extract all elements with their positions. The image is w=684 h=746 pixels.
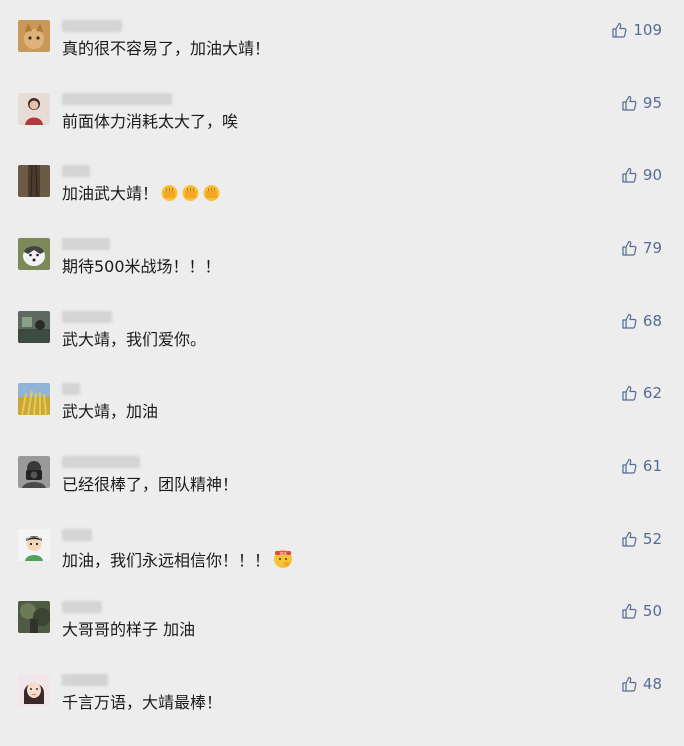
nickname-blurred <box>62 383 80 395</box>
like-count: 79 <box>642 239 662 257</box>
nickname-blurred <box>62 529 92 541</box>
avatar[interactable] <box>18 165 50 197</box>
like-button[interactable]: 61 <box>621 456 662 476</box>
avatar[interactable] <box>18 383 50 415</box>
fist-emoji <box>202 183 221 202</box>
like-button[interactable]: 52 <box>621 529 662 549</box>
comment-text: 千言万语，大靖最棒！ <box>62 693 223 712</box>
comment-text: 加油，我们永远相信你！！！ 加油 <box>62 547 293 572</box>
comment-list: 真的很不容易了，加油大靖！ 109 前面体力消耗太大了，唉 95 加油武大靖！ … <box>0 0 684 718</box>
comment-text: 真的很不容易了，加油大靖！ <box>62 39 271 58</box>
nickname-blurred <box>62 456 140 468</box>
comment-item: 加油武大靖！ 90 <box>0 165 684 237</box>
like-count: 90 <box>642 166 662 184</box>
like-button[interactable]: 79 <box>621 238 662 258</box>
thumbs-up-icon <box>622 313 637 329</box>
like-count: 52 <box>642 530 662 548</box>
fist-emoji <box>160 183 179 202</box>
thumbs-up-icon <box>622 385 637 401</box>
like-button[interactable]: 48 <box>621 674 662 694</box>
nickname-blurred <box>62 601 102 613</box>
thumbs-up-icon <box>622 167 637 183</box>
nickname-blurred <box>62 311 112 323</box>
comment-text: 武大靖，加油 <box>62 402 159 421</box>
fist-emoji <box>181 183 200 202</box>
nickname-blurred <box>62 20 122 32</box>
svg-text:加油: 加油 <box>280 551 287 556</box>
nickname-blurred <box>62 674 108 686</box>
thumbs-up-icon <box>622 95 637 111</box>
thumbs-up-icon <box>612 22 627 38</box>
comment-item: 武大靖，我们爱你。 68 <box>0 311 684 383</box>
comment-item: 期待500米战场！！！ 79 <box>0 238 684 310</box>
avatar[interactable] <box>18 456 50 488</box>
comment-item: 大哥哥的样子 加油 50 <box>0 601 684 673</box>
like-count: 95 <box>642 94 662 112</box>
comment-text: 已经很棒了，团队精神！ <box>62 475 239 494</box>
comment-item: 已经很棒了，团队精神！ 61 <box>0 456 684 528</box>
nickname-blurred <box>62 165 90 177</box>
avatar[interactable] <box>18 529 50 561</box>
like-count: 109 <box>633 21 662 39</box>
nickname-blurred <box>62 238 110 250</box>
like-count: 48 <box>642 675 662 693</box>
thumbs-up-icon <box>622 676 637 692</box>
head-bandage-emoji: 加油 <box>272 547 293 568</box>
like-button[interactable]: 50 <box>621 601 662 621</box>
thumbs-up-icon <box>622 531 637 547</box>
comment-text-content: 加油武大靖！ <box>62 184 159 203</box>
comment-item: 千言万语，大靖最棒！ 48 <box>0 674 684 746</box>
comment-item: 前面体力消耗太大了，唉 95 <box>0 93 684 165</box>
comment-text-content: 加油，我们永远相信你！！！ <box>62 551 271 570</box>
thumbs-up-icon <box>622 603 637 619</box>
comment-item: 加油，我们永远相信你！！！ 加油 52 <box>0 529 684 601</box>
nickname-blurred <box>62 93 172 105</box>
like-button[interactable]: 68 <box>621 311 662 331</box>
thumbs-up-icon <box>622 458 637 474</box>
like-button[interactable]: 62 <box>621 383 662 403</box>
comment-item: 武大靖，加油 62 <box>0 383 684 455</box>
avatar[interactable] <box>18 20 50 52</box>
avatar[interactable] <box>18 311 50 343</box>
like-count: 61 <box>642 457 662 475</box>
like-count: 68 <box>642 312 662 330</box>
like-count: 50 <box>642 602 662 620</box>
comment-text: 大哥哥的样子 加油 <box>62 620 196 639</box>
like-button[interactable]: 90 <box>621 165 662 185</box>
like-count: 62 <box>642 384 662 402</box>
comment-item: 真的很不容易了，加油大靖！ 109 <box>0 20 684 92</box>
avatar[interactable] <box>18 93 50 125</box>
comment-text: 前面体力消耗太大了，唉 <box>62 112 239 131</box>
avatar[interactable] <box>18 674 50 706</box>
like-button[interactable]: 95 <box>621 93 662 113</box>
comment-text: 加油武大靖！ <box>62 183 221 205</box>
like-button[interactable]: 109 <box>611 20 662 40</box>
comment-text: 武大靖，我们爱你。 <box>62 330 207 349</box>
avatar[interactable] <box>18 238 50 270</box>
avatar[interactable] <box>18 601 50 633</box>
thumbs-up-icon <box>622 240 637 256</box>
comment-text: 期待500米战场！！！ <box>62 257 221 276</box>
